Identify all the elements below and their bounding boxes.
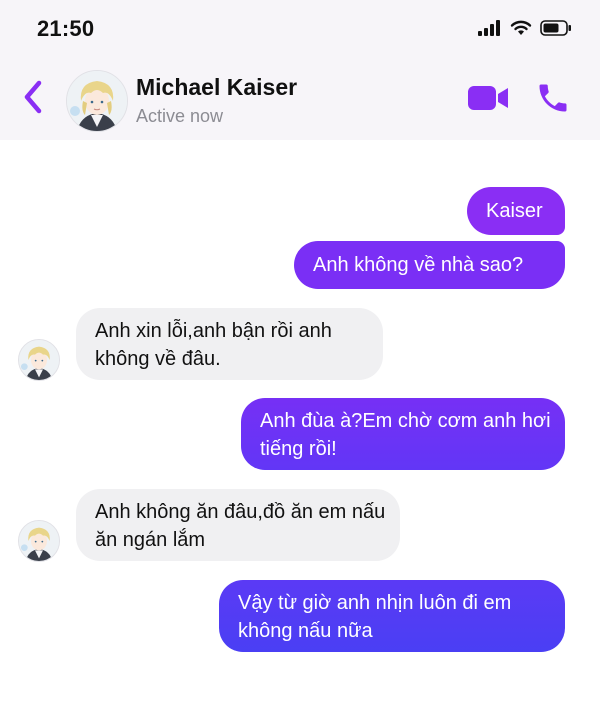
wifi-icon [510, 20, 532, 41]
phone-call-icon [535, 80, 571, 121]
messenger-chat-screen: 21:50 Michael Kaiser Active now Kaiser A… [0, 0, 600, 706]
back-button[interactable] [18, 80, 48, 118]
phone-call-button[interactable] [533, 80, 573, 120]
outgoing-message[interactable]: Kaiser [467, 187, 565, 235]
contact-active-status: Active now [136, 106, 224, 126]
outgoing-message[interactable]: Anh đùa à?Em chờ cơm anh hơi tiếng rồi! [241, 398, 565, 470]
incoming-message[interactable]: Anh xin lỗi,anh bận rồi anh không về đâu… [76, 308, 383, 380]
back-chevron-icon [22, 80, 44, 119]
status-time: 21:50 [37, 16, 95, 41]
cellular-signal-icon [478, 20, 502, 41]
outgoing-message[interactable]: Vậy từ giờ anh nhịn luôn đi em không nấu… [219, 580, 565, 652]
sender-avatar[interactable] [18, 339, 60, 381]
video-call-icon [467, 84, 509, 117]
battery-icon [540, 20, 572, 41]
status-icons [478, 20, 572, 41]
incoming-message[interactable]: Anh không ăn đâu,đồ ăn em nấu ăn ngán lắ… [76, 489, 400, 561]
sender-avatar[interactable] [18, 520, 60, 562]
top-bar: 21:50 Michael Kaiser Active now [0, 0, 600, 140]
contact-avatar[interactable] [66, 70, 128, 132]
contact-name[interactable]: Michael Kaiser [136, 74, 297, 101]
video-call-button[interactable] [466, 84, 510, 116]
outgoing-message[interactable]: Anh không về nhà sao? [294, 241, 565, 289]
